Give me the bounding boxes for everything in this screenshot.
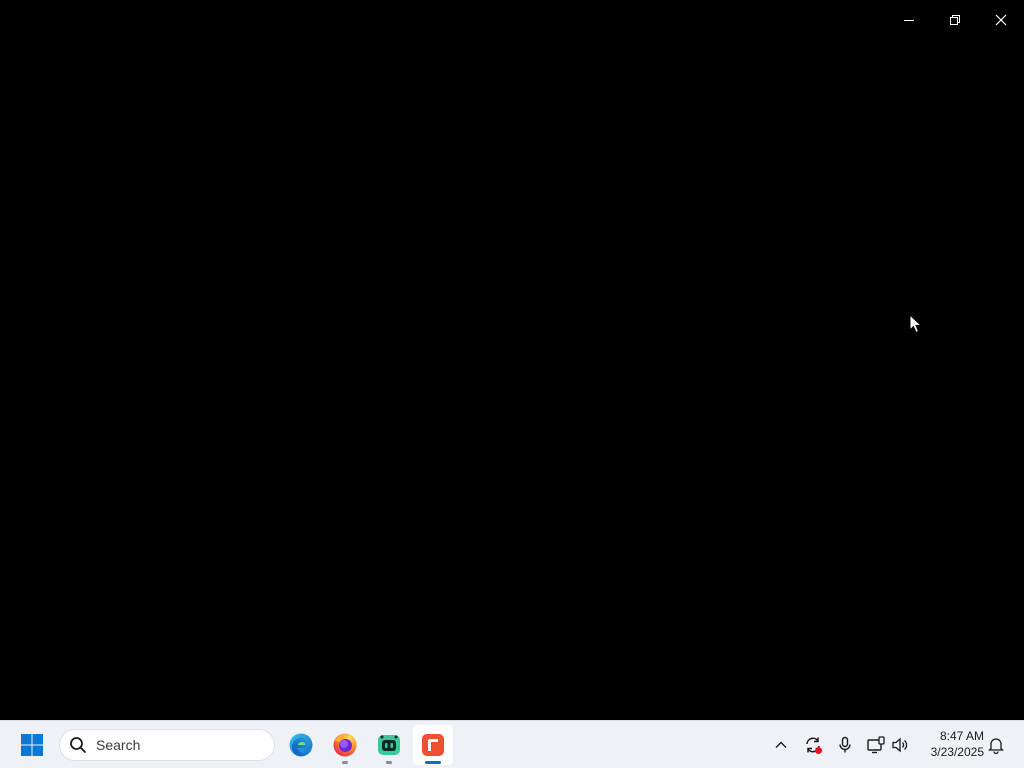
sync-status-button[interactable] [801,733,825,757]
microphone-icon [839,736,851,753]
network-button[interactable] [864,733,888,757]
search-icon [69,736,87,754]
clock-time: 8:47 AM [939,729,984,743]
restore-button[interactable] [932,0,978,40]
taskbar-app-green[interactable] [369,725,409,765]
minimize-icon [904,20,914,21]
edge-icon [289,733,313,757]
show-hidden-icons-button[interactable] [769,733,793,757]
network-icon [867,736,885,754]
notifications-button[interactable] [984,733,1008,757]
start-button[interactable] [14,727,50,763]
close-icon [995,14,1007,26]
speaker-icon [892,737,908,753]
chevron-up-icon [775,741,787,748]
firefox-icon [333,733,357,757]
system-clock[interactable]: 8:47 AM 3/23/2025 [918,728,984,760]
taskbar: Search 8:47 AM 3/23/2025 [0,720,1024,768]
orange-app-icon [422,734,444,756]
taskbar-app-orange[interactable] [413,725,453,765]
volume-button[interactable] [888,733,912,757]
running-indicator [342,761,348,764]
close-button[interactable] [978,0,1024,40]
mouse-cursor-icon [909,314,923,334]
taskbar-app-firefox[interactable] [325,725,365,765]
clock-date: 3/23/2025 [930,745,984,759]
windows-logo-icon [21,734,43,756]
taskbar-app-edge[interactable] [281,725,321,765]
bell-icon [987,738,1005,754]
restore-icon [950,15,960,25]
microphone-button[interactable] [833,733,857,757]
minimize-button[interactable] [886,0,932,40]
sync-icon [806,737,822,754]
active-indicator [425,761,441,764]
running-indicator [386,761,392,764]
search-label: Search [96,737,141,753]
taskbar-search-box[interactable]: Search [59,729,275,761]
app-window [0,0,1024,720]
green-app-icon [378,735,400,755]
window-caption-buttons [886,0,1024,40]
